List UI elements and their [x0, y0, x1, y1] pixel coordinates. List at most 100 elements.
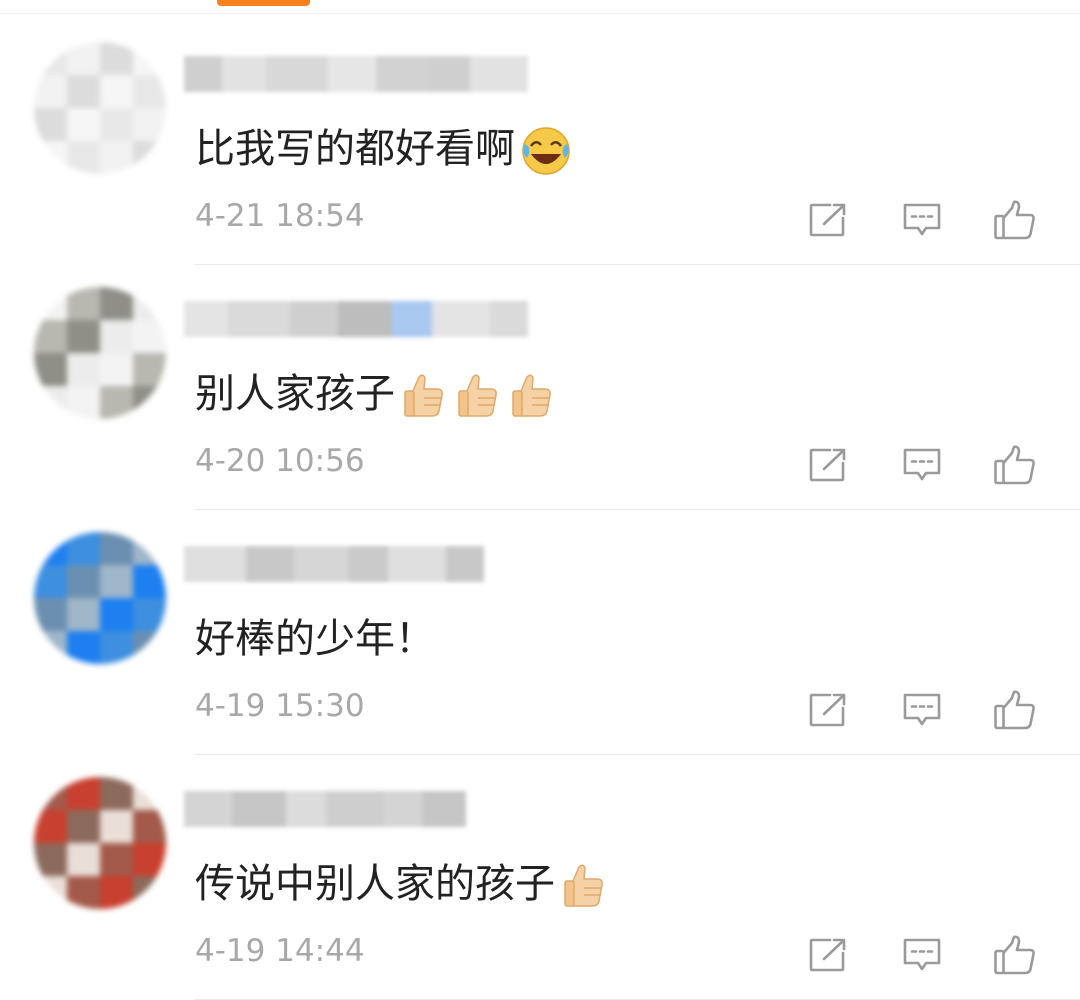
- avatar-pixel: [100, 75, 134, 109]
- username-blur-block: [184, 56, 222, 92]
- username-blur-block: [392, 301, 432, 337]
- username-blur-block: [294, 546, 348, 582]
- reply-button[interactable]: [892, 190, 952, 250]
- avatar-pixel: [100, 810, 134, 844]
- avatar-pixel: [67, 141, 101, 174]
- comment-item-4: 传说中别人家的孩子 4-19 14:44: [0, 755, 1080, 1000]
- avatar[interactable]: [34, 42, 166, 174]
- comment-text: 传说中别人家的孩子: [195, 849, 609, 919]
- avatar-pixel: [67, 287, 101, 321]
- avatar-pixel: [34, 320, 68, 354]
- avatar[interactable]: [34, 532, 166, 664]
- avatar-pixel: [133, 631, 166, 664]
- avatar-pixel: [67, 108, 101, 142]
- avatar-pixel: [100, 598, 134, 632]
- reply-button[interactable]: [892, 435, 952, 495]
- comment-text-content: 传说中别人家的孩子: [195, 861, 555, 907]
- share-button[interactable]: [798, 435, 858, 495]
- avatar-pixel: [34, 532, 68, 566]
- avatar-pixel: [100, 141, 134, 174]
- avatar-pixel: [34, 777, 68, 811]
- thumbs-up-icon: [994, 690, 1035, 730]
- username-blur-block: [184, 546, 246, 582]
- comment-timestamp: 4-19 15:30: [195, 688, 365, 724]
- thumbs-up-icon: [994, 935, 1035, 975]
- comment-item-3: 好棒的少年！ 4-19 15:30: [0, 510, 1080, 755]
- share-button[interactable]: [798, 925, 858, 985]
- comment-text-content: 好棒的少年！: [195, 616, 435, 662]
- avatar-pixel: [34, 386, 68, 419]
- share-button[interactable]: [798, 680, 858, 740]
- comment-text-content: 别人家孩子: [195, 371, 395, 417]
- avatar-pixel: [100, 876, 134, 909]
- avatar-pixel: [133, 565, 166, 599]
- username-blur-block: [432, 301, 490, 337]
- comment-item-1: 比我写的都好看啊 4-21 18:54: [0, 20, 1080, 265]
- avatar-pixel: [67, 532, 101, 566]
- thumbs-up-emoji-icon: [564, 864, 603, 907]
- username-blur-block: [246, 546, 294, 582]
- avatar-pixel: [67, 777, 101, 811]
- username-blur-block: [326, 791, 384, 827]
- avatar-pixel: [133, 532, 166, 566]
- username-blur-block: [376, 56, 430, 92]
- avatar-pixel: [100, 287, 134, 321]
- username-blur-block: [266, 56, 328, 92]
- share-icon: [809, 203, 846, 237]
- avatar-pixel: [133, 810, 166, 844]
- like-button[interactable]: [985, 190, 1045, 250]
- thumbs-up-icon: [994, 445, 1035, 485]
- username-blur-block: [290, 301, 338, 337]
- avatar-pixel: [100, 532, 134, 566]
- comment-timestamp: 4-21 18:54: [195, 198, 365, 234]
- username-blur-block: [470, 56, 528, 92]
- like-button[interactable]: [985, 680, 1045, 740]
- thumbs-up-emoji-icon: [458, 374, 497, 417]
- avatar-pixel: [100, 320, 134, 354]
- username[interactable]: [184, 301, 528, 337]
- username-blur-block: [328, 56, 376, 92]
- comment-text: 比我写的都好看啊: [195, 114, 573, 184]
- avatar-pixel: [133, 108, 166, 142]
- username[interactable]: [184, 791, 466, 827]
- avatar-pixel: [67, 75, 101, 109]
- reply-button[interactable]: [892, 925, 952, 985]
- emoji-group: [515, 114, 573, 184]
- avatar-pixel: [133, 320, 166, 354]
- avatar-pixel: [34, 108, 68, 142]
- avatar-pixel: [67, 876, 101, 909]
- share-icon: [809, 938, 846, 972]
- username-blur-block: [430, 56, 470, 92]
- avatar-pixel: [133, 75, 166, 109]
- username-blur-block: [446, 546, 484, 582]
- username-blur-block: [184, 301, 228, 337]
- avatar-pixel: [34, 141, 68, 174]
- comment-timestamp: 4-19 14:44: [195, 933, 365, 969]
- comment-text: 好棒的少年！: [195, 604, 435, 674]
- avatar-pixel: [133, 141, 166, 174]
- like-button[interactable]: [985, 435, 1045, 495]
- username-blur-block: [184, 791, 232, 827]
- avatar-pixel: [133, 353, 166, 387]
- username-blur-block: [384, 791, 422, 827]
- comment-timestamp: 4-20 10:56: [195, 443, 365, 479]
- avatar-pixel: [100, 108, 134, 142]
- avatar-pixel: [34, 287, 68, 321]
- avatar-pixel: [100, 777, 134, 811]
- avatar-pixel: [67, 320, 101, 354]
- share-button[interactable]: [798, 190, 858, 250]
- username[interactable]: [184, 546, 484, 582]
- avatar-pixel: [133, 287, 166, 321]
- like-button[interactable]: [985, 925, 1045, 985]
- username-blur-block: [490, 301, 528, 337]
- avatar-pixel: [67, 843, 101, 877]
- avatar-pixel: [34, 353, 68, 387]
- username-blur-block: [232, 791, 286, 827]
- username-blur-block: [422, 791, 466, 827]
- avatar[interactable]: [34, 777, 166, 909]
- comment-icon: [903, 448, 941, 481]
- reply-button[interactable]: [892, 680, 952, 740]
- avatar-pixel: [34, 876, 68, 909]
- avatar[interactable]: [34, 287, 166, 419]
- username[interactable]: [184, 56, 528, 92]
